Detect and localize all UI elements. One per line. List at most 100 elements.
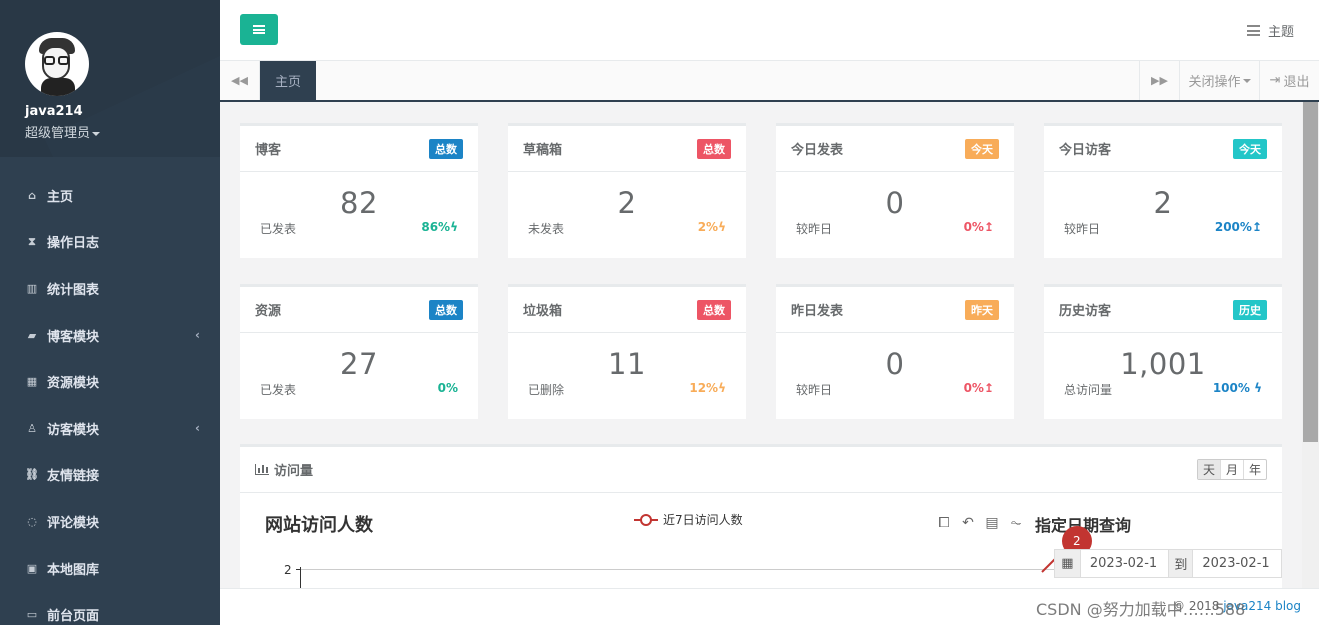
hourglass-icon: ⧗ bbox=[28, 234, 36, 248]
panel-title-text: 访问量 bbox=[274, 464, 314, 479]
table-icon: ▦ bbox=[26, 375, 38, 389]
hamburger-icon bbox=[253, 25, 265, 34]
date-range-picker: ▦ 2023-02-1 到 2023-02-1 bbox=[1054, 549, 1282, 578]
card-label: 已发表 bbox=[260, 222, 297, 236]
tab-scroll-left-button[interactable]: ◀◀ bbox=[220, 61, 260, 100]
card-value: 1,001 bbox=[1120, 347, 1206, 381]
line-type-icon[interactable]: ⏦ bbox=[1008, 515, 1024, 531]
username: java214 bbox=[25, 104, 83, 119]
period-day-button[interactable]: 天 bbox=[1197, 460, 1220, 479]
chart-y-tick bbox=[296, 569, 301, 570]
sidebar-item-label: 操作日志 bbox=[47, 236, 100, 252]
card-percent: 100% ϟ bbox=[1212, 381, 1262, 395]
card-percent: 86%ϟ bbox=[421, 220, 458, 234]
sidebar-item-gallery[interactable]: ▣ 本地图库 bbox=[0, 545, 220, 592]
card-title: 昨日发表 bbox=[791, 304, 844, 319]
card-badge: 总数 bbox=[697, 299, 731, 320]
sidebar-item-links[interactable]: ⛓ 友情链接 bbox=[0, 452, 220, 499]
sidebar-item-label: 前台页面 bbox=[47, 609, 100, 625]
close-ops-dropdown[interactable]: 关闭操作 bbox=[1179, 61, 1259, 100]
sidebar-item-label: 主页 bbox=[47, 189, 74, 205]
card-percent: 2%ϟ bbox=[697, 220, 726, 234]
chart-legend[interactable]: 近7日访问人数 bbox=[634, 511, 743, 528]
card-value: 0 bbox=[885, 347, 905, 381]
sidebar-item-label: 统计图表 bbox=[47, 282, 100, 298]
sidebar-item-home[interactable]: ⌂ 主页 bbox=[0, 172, 220, 219]
stat-card-drafts: 草稿箱 总数 2 未发表 2%ϟ bbox=[508, 123, 746, 258]
sidebar-item-label: 博客模块 bbox=[47, 329, 100, 345]
chevron-left-icon: ‹ bbox=[195, 328, 200, 343]
card-title: 今日发表 bbox=[791, 143, 844, 158]
zoom-icon[interactable]: ⧠ bbox=[936, 515, 952, 531]
menu-toggle-button[interactable] bbox=[240, 14, 278, 45]
sidebar-item-resources[interactable]: ▦ 资源模块 bbox=[0, 358, 220, 405]
stat-card-yesterday-posts: 昨日发表 昨天 0 较昨日 0%↥ bbox=[776, 284, 1014, 419]
restore-icon[interactable]: ↶ bbox=[960, 515, 976, 531]
chart-title: 网站访问人数 bbox=[265, 515, 373, 536]
card-badge: 总数 bbox=[429, 138, 463, 159]
card-label: 未发表 bbox=[528, 222, 565, 236]
card-label: 较昨日 bbox=[796, 222, 833, 236]
sidebar-nav: ⌂ 主页 ⧗ 操作日志 ▥ 统计图表 ▰ 博客模块 ‹ ▦ 资源模块 ♙ 访客模块 ‹ ⛓ 友情链… bbox=[0, 172, 220, 625]
comment-icon: ◌ bbox=[27, 514, 37, 528]
date-from-input[interactable]: 2023-02-1 bbox=[1081, 550, 1169, 577]
close-ops-label: 关闭操作 bbox=[1188, 75, 1241, 90]
sidebar-item-frontend[interactable]: ▭ 前台页面 bbox=[0, 591, 220, 625]
chart-y-axis bbox=[300, 567, 301, 588]
tabs-bar: ◀◀ 主页 ▶▶ 关闭操作 ⇥ 退出 bbox=[220, 61, 1319, 102]
visits-panel: 访问量 天 月 年 网站访问人数 近7日访问人数 ⧠ ↶ ▤ ⏦ 指定日期查询 … bbox=[240, 444, 1282, 588]
stat-card-blogs: 博客 总数 82 已发表 86%ϟ bbox=[240, 123, 478, 258]
csdn-watermark: CSDN @努力加载中……588 bbox=[1036, 600, 1246, 619]
card-value: 2 bbox=[617, 186, 637, 220]
sidebar-item-operation-log[interactable]: ⧗ 操作日志 bbox=[0, 219, 220, 266]
card-value: 2 bbox=[1153, 186, 1173, 220]
main-content: 博客 总数 82 已发表 86%ϟ 草稿箱 总数 2 未发表 2%ϟ 今日发表 今天 0 … bbox=[220, 102, 1302, 588]
tab-scroll-right-button[interactable]: ▶▶ bbox=[1139, 61, 1179, 100]
card-label: 较昨日 bbox=[1064, 222, 1101, 236]
card-percent: 12%ϟ bbox=[689, 381, 726, 395]
sidebar-item-label: 评论模块 bbox=[47, 515, 100, 531]
avatar[interactable] bbox=[25, 32, 89, 96]
stat-card-today-posts: 今日发表 今天 0 较昨日 0%↥ bbox=[776, 123, 1014, 258]
tab-home[interactable]: 主页 bbox=[260, 61, 316, 100]
top-header: 主题 bbox=[220, 0, 1319, 61]
panel-title: 访问量 bbox=[255, 460, 313, 479]
scrollbar-thumb[interactable] bbox=[1303, 102, 1318, 442]
sidebar: java214 超级管理员 ⌂ 主页 ⧗ 操作日志 ▥ 统计图表 ▰ 博客模块 ‹ ▦ 资源… bbox=[0, 0, 220, 625]
sidebar-item-visitors[interactable]: ♙ 访客模块 ‹ bbox=[0, 405, 220, 452]
period-month-button[interactable]: 月 bbox=[1219, 460, 1243, 479]
sidebar-item-statistics[interactable]: ▥ 统计图表 bbox=[0, 265, 220, 312]
sidebar-item-blog[interactable]: ▰ 博客模块 ‹ bbox=[0, 312, 220, 359]
legend-line-icon bbox=[634, 513, 658, 526]
forward-icon: ▶▶ bbox=[1151, 74, 1168, 87]
logout-button[interactable]: ⇥ 退出 bbox=[1259, 61, 1319, 100]
card-percent: 0%↥ bbox=[963, 220, 994, 234]
sidebar-item-label: 访客模块 bbox=[47, 422, 100, 438]
data-view-icon[interactable]: ▤ bbox=[984, 515, 1000, 531]
person-icon: ♙ bbox=[27, 421, 37, 435]
book-icon: ▰ bbox=[27, 328, 37, 342]
sidebar-item-comments[interactable]: ◌ 评论模块 bbox=[0, 498, 220, 545]
marker-value: 2 bbox=[1073, 534, 1081, 549]
link-icon: ⛓ bbox=[25, 468, 39, 482]
role-dropdown[interactable]: 超级管理员 bbox=[25, 122, 220, 141]
tab-label: 主页 bbox=[274, 75, 301, 90]
card-percent: 200%↥ bbox=[1214, 220, 1262, 234]
chart-toolbox: ⧠ ↶ ▤ ⏦ bbox=[936, 515, 1024, 531]
card-value: 27 bbox=[340, 347, 378, 381]
role-label: 超级管理员 bbox=[25, 126, 91, 141]
sidebar-item-label: 资源模块 bbox=[47, 376, 100, 392]
stat-card-trash: 垃圾箱 总数 11 已删除 12%ϟ bbox=[508, 284, 746, 419]
desktop-icon: ▭ bbox=[26, 608, 38, 622]
vertical-scrollbar[interactable] bbox=[1302, 102, 1319, 588]
theme-button[interactable]: 主题 bbox=[1246, 21, 1294, 40]
profile-section: java214 超级管理员 bbox=[0, 0, 220, 157]
card-percent: 0% bbox=[437, 381, 458, 395]
legend-label: 近7日访问人数 bbox=[663, 513, 743, 527]
card-value: 82 bbox=[340, 186, 378, 220]
sidebar-item-label: 友情链接 bbox=[47, 469, 100, 485]
card-badge: 昨天 bbox=[965, 299, 999, 320]
card-title: 草稿箱 bbox=[523, 143, 563, 158]
period-year-button[interactable]: 年 bbox=[1242, 460, 1266, 479]
date-to-input[interactable]: 2023-02-1 bbox=[1193, 550, 1281, 577]
